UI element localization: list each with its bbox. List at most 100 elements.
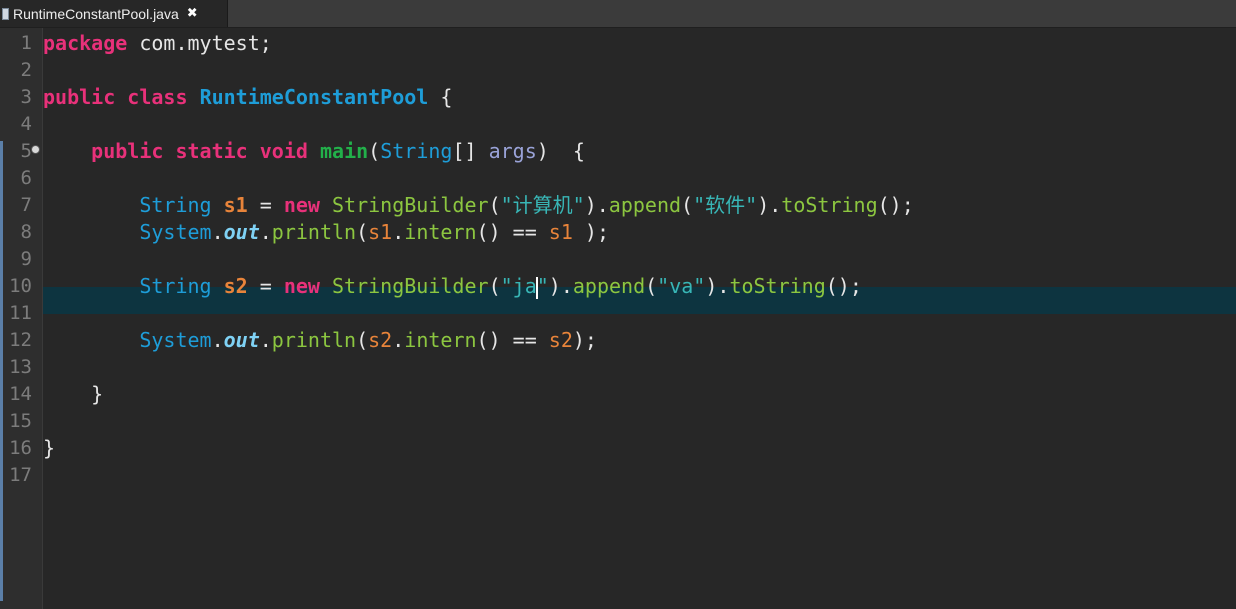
dot: . xyxy=(392,328,405,352)
class-ref: StringBuilder xyxy=(332,274,489,298)
editor-tab-bar: RuntimeConstantPool.java ✖ xyxy=(0,0,1236,28)
type-name: System xyxy=(139,328,212,352)
line-number: 2 xyxy=(20,59,32,81)
operator: () == xyxy=(476,220,549,244)
line-number: 8 xyxy=(20,221,32,243)
keyword: new xyxy=(283,274,320,298)
parameter-name: args xyxy=(488,139,537,163)
line-number: 15 xyxy=(9,410,32,432)
variable-name: s2 xyxy=(223,274,248,298)
line-number: 11 xyxy=(9,302,32,324)
type-name: System xyxy=(139,220,212,244)
paren: ( xyxy=(488,274,501,298)
closing-brace: } xyxy=(43,436,56,460)
code-line-10[interactable]: String s2 = new StringBuilder("ja").appe… xyxy=(43,273,862,300)
paren: ( xyxy=(645,274,658,298)
keyword: public xyxy=(91,139,164,163)
method-call: println xyxy=(271,220,357,244)
variable-name: s1 xyxy=(223,193,248,217)
line-number: 1 xyxy=(20,32,32,54)
paren: ( xyxy=(488,193,501,217)
line-number: 6 xyxy=(20,167,32,189)
code-line-8[interactable]: System.out.println(s1.intern() == s1 ); xyxy=(43,219,609,246)
closing-brace: } xyxy=(43,382,104,406)
method-call: append xyxy=(608,193,682,217)
collapse-icon[interactable] xyxy=(31,145,40,154)
paren: ( xyxy=(681,193,694,217)
java-file-icon xyxy=(2,7,9,20)
paren: ( xyxy=(356,220,369,244)
line-number: 13 xyxy=(9,356,32,378)
line-number: 17 xyxy=(9,464,32,486)
operator: = xyxy=(247,274,284,298)
line-number-gutter: 1 2 3 4 5 6 7 8 9 10 11 12 13 14 15 16 17 xyxy=(0,28,43,609)
method-call: append xyxy=(572,274,646,298)
paren: (); xyxy=(877,193,914,217)
operator: () == xyxy=(476,328,549,352)
class-ref: StringBuilder xyxy=(332,193,489,217)
line-number: 14 xyxy=(9,383,32,405)
keyword: package xyxy=(43,31,128,55)
paren: ( xyxy=(356,328,369,352)
line-number: 3 xyxy=(20,86,32,108)
method-call: println xyxy=(271,328,357,352)
method-call: intern xyxy=(404,328,477,352)
paren: ). xyxy=(548,274,573,298)
keyword: public xyxy=(43,85,116,109)
line-number: 16 xyxy=(9,437,32,459)
tab-label: RuntimeConstantPool.java xyxy=(13,5,179,22)
method-call: intern xyxy=(404,220,477,244)
line-number: 4 xyxy=(20,113,32,135)
variable-ref: s2 xyxy=(368,328,393,352)
paren: ). xyxy=(705,274,730,298)
class-name: RuntimeConstantPool xyxy=(199,85,429,109)
tab-runtime-constant-pool[interactable]: RuntimeConstantPool.java ✖ xyxy=(0,0,228,27)
string-literal: " xyxy=(536,274,549,298)
variable-ref: s1 xyxy=(548,220,573,244)
keyword: static xyxy=(175,139,248,163)
brace: { xyxy=(428,85,453,109)
array-brackets: [] xyxy=(452,139,489,163)
type-name: String xyxy=(139,274,212,298)
package-name: com.mytest; xyxy=(127,31,272,55)
dot: . xyxy=(259,328,272,352)
string-literal: "va" xyxy=(657,274,706,298)
code-editor[interactable]: 1 2 3 4 5 6 7 8 9 10 11 12 13 14 15 16 17 package com.my… xyxy=(0,28,1236,609)
keyword: new xyxy=(283,193,320,217)
paren: ); xyxy=(572,220,609,244)
keyword: void xyxy=(259,139,308,163)
paren: ) { xyxy=(536,139,585,163)
close-icon[interactable]: ✖ xyxy=(187,6,198,21)
paren: ); xyxy=(572,328,597,352)
code-line-12[interactable]: System.out.println(s2.intern() == s2); xyxy=(43,327,597,354)
dot: . xyxy=(211,220,224,244)
code-line-16[interactable]: } xyxy=(43,435,55,462)
line-number: 5 xyxy=(20,140,32,162)
type-name: String xyxy=(139,193,212,217)
code-line-1[interactable]: package com.mytest; xyxy=(43,30,272,57)
static-field: out xyxy=(223,220,260,244)
keyword: class xyxy=(127,85,188,109)
dot: . xyxy=(259,220,272,244)
string-literal: "ja xyxy=(500,274,537,298)
paren: (); xyxy=(825,274,862,298)
paren: ). xyxy=(757,193,782,217)
variable-ref: s2 xyxy=(548,328,573,352)
code-line-7[interactable]: String s1 = new StringBuilder("计算机").app… xyxy=(43,192,914,219)
operator: = xyxy=(247,193,284,217)
code-line-14[interactable]: } xyxy=(43,381,103,408)
code-line-5[interactable]: public static void main(String[] args) { xyxy=(43,138,585,165)
variable-ref: s1 xyxy=(368,220,393,244)
line-number: 10 xyxy=(9,275,32,297)
method-name: main xyxy=(319,139,369,163)
dot: . xyxy=(392,220,405,244)
line-number: 9 xyxy=(20,248,32,270)
code-line-3[interactable]: public class RuntimeConstantPool { xyxy=(43,84,452,111)
string-literal: "软件" xyxy=(693,193,758,217)
static-field: out xyxy=(223,328,260,352)
